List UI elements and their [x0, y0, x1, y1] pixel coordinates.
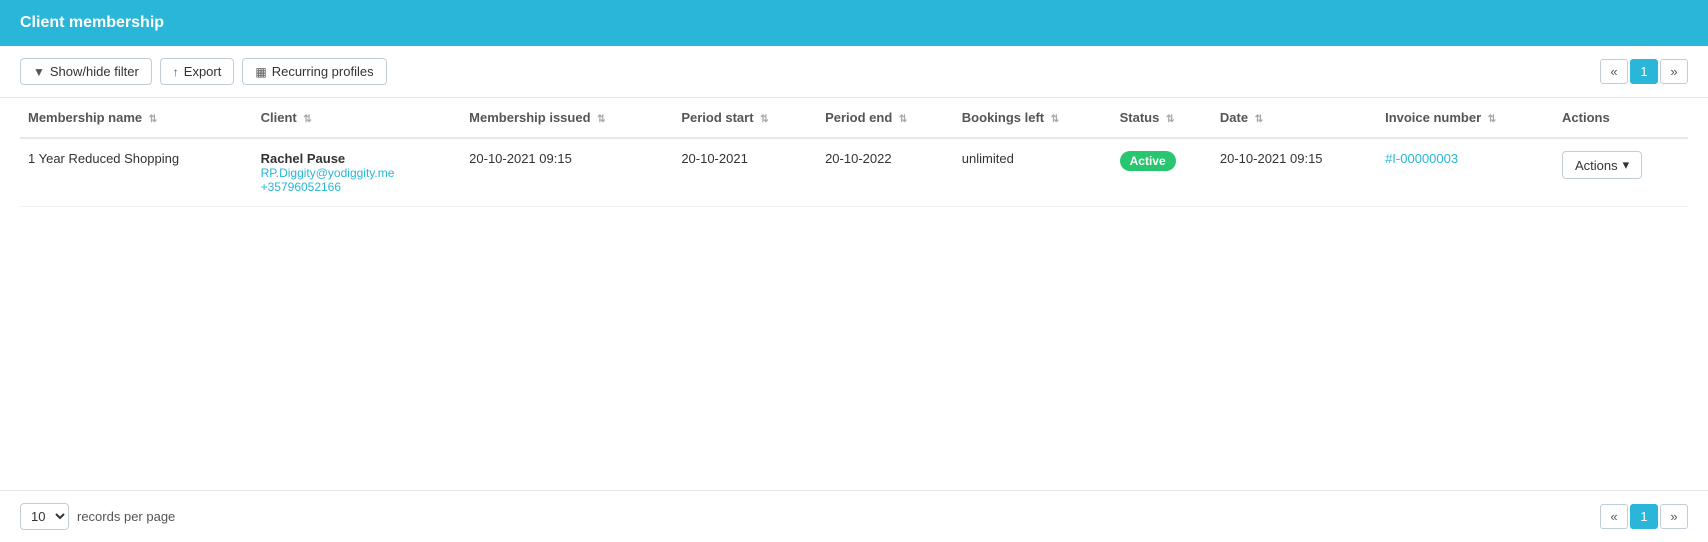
col-client: Client ⇅ [253, 98, 462, 138]
cell-client: Rachel Pause RP.Diggity@yodiggity.me +35… [253, 138, 462, 207]
sort-icon-date[interactable]: ⇅ [1255, 114, 1263, 125]
pagination-top-next[interactable]: » [1660, 59, 1688, 84]
sort-icon-status[interactable]: ⇅ [1166, 114, 1174, 125]
page-title: Client membership [20, 14, 164, 31]
pagination-top-page1[interactable]: 1 [1630, 59, 1658, 84]
pagination-bottom: « 1 » [1600, 504, 1688, 529]
invoice-link[interactable]: #I-00000003 [1385, 151, 1458, 166]
cell-bookings-left: unlimited [954, 138, 1112, 207]
cell-actions: Actions ▾ [1554, 138, 1688, 207]
export-icon: ↑ [173, 65, 179, 79]
sort-icon-invoice-number[interactable]: ⇅ [1488, 114, 1496, 125]
cell-membership-issued: 20-10-2021 09:15 [461, 138, 673, 207]
pagination-bottom-next[interactable]: » [1660, 504, 1688, 529]
client-email[interactable]: RP.Diggity@yodiggity.me [261, 166, 454, 180]
pagination-top: « 1 » [1600, 59, 1688, 84]
cell-membership-name: 1 Year Reduced Shopping [20, 138, 253, 207]
col-membership-name: Membership name ⇅ [20, 98, 253, 138]
client-phone: +35796052166 [261, 180, 454, 194]
col-actions: Actions [1554, 98, 1688, 138]
cell-status: Active [1112, 138, 1212, 207]
chevron-down-icon: ▾ [1623, 157, 1630, 173]
col-invoice-number: Invoice number ⇅ [1377, 98, 1554, 138]
show-hide-filter-button[interactable]: ▼ Show/hide filter [20, 58, 152, 85]
cell-period-start: 20-10-2021 [673, 138, 817, 207]
page-header: Client membership [0, 0, 1708, 46]
records-per-page-select[interactable]: 10 25 50 [20, 503, 69, 530]
toolbar: ▼ Show/hide filter ↑ Export ▦ Recurring … [0, 46, 1708, 98]
sort-icon-period-end[interactable]: ⇅ [899, 114, 907, 125]
pagination-bottom-page1[interactable]: 1 [1630, 504, 1658, 529]
table-row: 1 Year Reduced Shopping Rachel Pause RP.… [20, 138, 1688, 207]
recurring-profiles-button[interactable]: ▦ Recurring profiles [242, 58, 386, 85]
pagination-top-prev[interactable]: « [1600, 59, 1628, 84]
actions-button[interactable]: Actions ▾ [1562, 151, 1642, 179]
chart-icon: ▦ [255, 65, 266, 79]
records-per-page-label: records per page [77, 509, 175, 524]
client-name: Rachel Pause [261, 151, 454, 166]
cell-date: 20-10-2021 09:15 [1212, 138, 1377, 207]
col-period-start: Period start ⇅ [673, 98, 817, 138]
col-date: Date ⇅ [1212, 98, 1377, 138]
pagination-bottom-prev[interactable]: « [1600, 504, 1628, 529]
sort-icon-bookings-left[interactable]: ⇅ [1051, 114, 1059, 125]
col-period-end: Period end ⇅ [817, 98, 954, 138]
sort-icon-membership-issued[interactable]: ⇅ [597, 114, 605, 125]
table-container: Membership name ⇅ Client ⇅ Membership is… [0, 98, 1708, 490]
sort-icon-membership-name[interactable]: ⇅ [149, 114, 157, 125]
page-wrapper: Client membership ▼ Show/hide filter ↑ E… [0, 0, 1708, 542]
sort-icon-client[interactable]: ⇅ [303, 114, 311, 125]
footer: 10 25 50 records per page « 1 » [0, 490, 1708, 542]
filter-icon: ▼ [33, 65, 45, 79]
status-badge: Active [1120, 151, 1176, 171]
col-membership-issued: Membership issued ⇅ [461, 98, 673, 138]
export-button[interactable]: ↑ Export [160, 58, 235, 85]
col-status: Status ⇅ [1112, 98, 1212, 138]
cell-invoice-number: #I-00000003 [1377, 138, 1554, 207]
table-header-row: Membership name ⇅ Client ⇅ Membership is… [20, 98, 1688, 138]
sort-icon-period-start[interactable]: ⇅ [760, 114, 768, 125]
cell-period-end: 20-10-2022 [817, 138, 954, 207]
col-bookings-left: Bookings left ⇅ [954, 98, 1112, 138]
membership-table: Membership name ⇅ Client ⇅ Membership is… [20, 98, 1688, 207]
